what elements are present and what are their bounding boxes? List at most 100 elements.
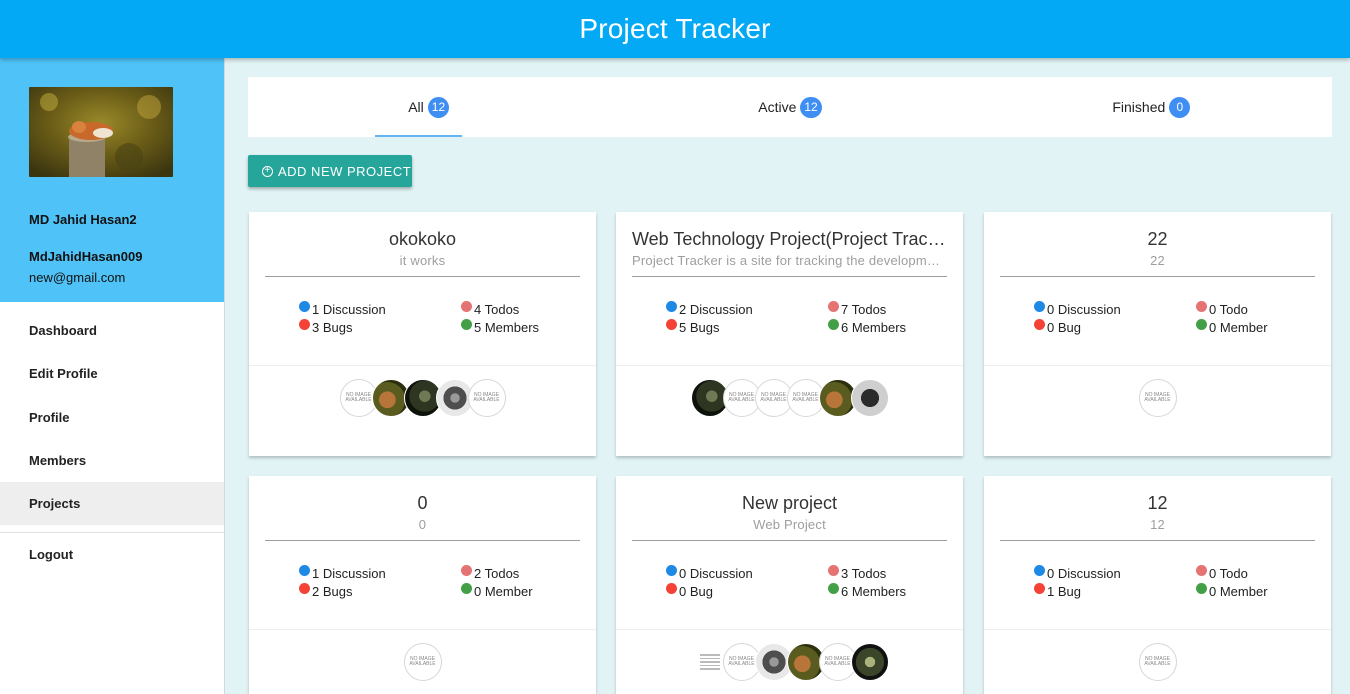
members-count: 6 Members (841, 583, 907, 599)
discussion-stat[interactable]: 0 Discussion (1034, 564, 1121, 582)
member-avatar[interactable]: NO IMAGE AVAILABLE (403, 643, 442, 681)
tab-all-count: 12 (427, 96, 450, 118)
members-stat[interactable]: 6 Members (828, 582, 906, 600)
project-title[interactable]: Web Technology Project(Project Tracker) (632, 228, 947, 250)
members-count: 0 Member (1209, 319, 1268, 335)
project-stats: 0 Discussion 0 Todo 1 Bug 0 Member (984, 541, 1331, 629)
tab-active[interactable]: Active 12 (609, 77, 970, 137)
project-title[interactable]: 22 (1000, 228, 1315, 250)
bugs-stat[interactable]: 5 Bugs (666, 318, 719, 336)
project-subtitle: Project Tracker is a site for tracking t… (632, 253, 947, 268)
members-count: 6 Members (841, 319, 907, 335)
todos-count: 0 Todo (1209, 301, 1248, 317)
members-stat[interactable]: 0 Member (1196, 582, 1268, 600)
document-thumbnail-icon (699, 652, 720, 672)
member-avatar[interactable]: NO IMAGE AVAILABLE (1138, 643, 1177, 681)
project-card[interactable]: 22 22 0 Discussion 0 Todo 0 Bug 0 Member NO IM… (984, 212, 1331, 456)
member-dot-icon (1196, 582, 1207, 594)
project-title[interactable]: 12 (1000, 492, 1315, 514)
bugs-stat[interactable]: 3 Bugs (299, 318, 352, 336)
members-stat[interactable]: 0 Member (461, 582, 533, 600)
member-dot-icon (461, 582, 472, 594)
discussion-stat[interactable]: 2 Discussion (666, 300, 753, 318)
member-avatar[interactable]: NO IMAGE AVAILABLE (1138, 379, 1177, 417)
tab-finished[interactable]: Finished 0 (971, 77, 1332, 137)
bug-dot-icon (666, 318, 677, 330)
discussion-dot-icon (666, 300, 677, 312)
discussion-count: 0 Discussion (1047, 565, 1121, 581)
todos-stat[interactable]: 7 Todos (828, 300, 886, 318)
todos-stat[interactable]: 2 Todos (461, 564, 519, 582)
bugs-stat[interactable]: 1 Bug (1034, 582, 1081, 600)
members-stat[interactable]: 5 Members (461, 318, 539, 336)
todo-dot-icon (828, 300, 839, 312)
bugs-stat[interactable]: 0 Bug (666, 582, 713, 600)
member-dot-icon (828, 582, 839, 594)
sidebar-item-profile[interactable]: Profile (0, 396, 224, 439)
add-new-project-button[interactable]: + ADD NEW PROJECT (248, 155, 412, 187)
profile-photo[interactable] (29, 87, 173, 177)
members-stat[interactable]: 6 Members (828, 318, 906, 336)
discussion-count: 1 Discussion (312, 301, 386, 317)
project-card[interactable]: 0 0 1 Discussion 2 Todos 2 Bugs 0 Member NO IM… (249, 476, 596, 694)
todo-dot-icon (1196, 300, 1207, 312)
sidebar-item-logout[interactable]: Logout (0, 533, 224, 576)
discussion-stat[interactable]: 1 Discussion (299, 564, 386, 582)
member-avatar[interactable] (850, 379, 889, 417)
app-title: Project Tracker (579, 13, 771, 44)
tab-all[interactable]: All 12 (248, 77, 609, 137)
sidebar-item-edit-profile[interactable]: Edit Profile (0, 352, 224, 395)
member-avatars: NO IMAGE AVAILABLE NO IMAGE AVAILABLE (616, 630, 963, 694)
no-image-placeholder: NO IMAGE AVAILABLE (760, 392, 787, 403)
member-avatar[interactable]: NO IMAGE AVAILABLE (467, 379, 506, 417)
project-stats: 0 Discussion 0 Todo 0 Bug 0 Member (984, 277, 1331, 365)
sidebar-item-dashboard[interactable]: Dashboard (0, 309, 224, 352)
members-count: 0 Member (1209, 583, 1268, 599)
todos-stat[interactable]: 0 Todo (1196, 564, 1248, 582)
no-image-placeholder: NO IMAGE AVAILABLE (728, 392, 755, 403)
project-title[interactable]: New project (632, 492, 947, 514)
members-count: 0 Member (474, 583, 533, 599)
member-avatars: NO IMAGE AVAILABLE (249, 630, 596, 694)
profile-email: new@gmail.com (29, 270, 126, 285)
member-dot-icon (1196, 318, 1207, 330)
active-tab-indicator (375, 135, 462, 137)
todos-count: 2 Todos (474, 565, 520, 581)
project-subtitle: it works (399, 253, 446, 268)
discussion-stat[interactable]: 0 Discussion (666, 564, 753, 582)
bugs-stat[interactable]: 2 Bugs (299, 582, 352, 600)
project-card[interactable]: 12 12 0 Discussion 0 Todo 1 Bug 0 Member NO IM… (984, 476, 1331, 694)
todos-stat[interactable]: 3 Todos (828, 564, 886, 582)
members-stat[interactable]: 0 Member (1196, 318, 1268, 336)
project-title[interactable]: okokoko (265, 228, 580, 250)
no-image-placeholder: NO IMAGE AVAILABLE (409, 656, 436, 667)
project-subtitle: 22 (1150, 253, 1165, 268)
no-image-placeholder: NO IMAGE AVAILABLE (1144, 392, 1171, 403)
plus-circle-icon: + (262, 165, 273, 177)
bugs-count: 2 Bugs (312, 583, 353, 599)
discussion-count: 2 Discussion (679, 301, 753, 317)
bugs-stat[interactable]: 0 Bug (1034, 318, 1081, 336)
project-card[interactable]: New project Web Project 0 Discussion 3 Todo… (616, 476, 963, 694)
member-dot-icon (461, 318, 472, 330)
project-card[interactable]: Web Technology Project(Project Tracker) P… (616, 212, 963, 456)
todo-dot-icon (1196, 564, 1207, 576)
project-title[interactable]: 0 (265, 492, 580, 514)
profile-name: MD Jahid Hasan2 (29, 212, 137, 227)
project-card[interactable]: okokoko it works 1 Discussion 4 Todos 3 Bugs… (249, 212, 596, 456)
project-stats: 1 Discussion 2 Todos 2 Bugs 0 Member (249, 541, 596, 629)
todos-stat[interactable]: 0 Todo (1196, 300, 1248, 318)
discussion-stat[interactable]: 1 Discussion (299, 300, 386, 318)
no-image-placeholder: NO IMAGE AVAILABLE (792, 392, 819, 403)
member-avatar[interactable] (850, 643, 889, 681)
todos-stat[interactable]: 4 Todos (461, 300, 519, 318)
discussion-stat[interactable]: 0 Discussion (1034, 300, 1121, 318)
member-dot-icon (828, 318, 839, 330)
profile-panel: MD Jahid Hasan2 MdJahidHasan009 new@gmai… (0, 58, 224, 302)
bugs-count: 3 Bugs (312, 319, 353, 335)
todo-dot-icon (828, 564, 839, 576)
project-stats: 2 Discussion 7 Todos 5 Bugs 6 Members (616, 277, 963, 365)
sidebar-item-projects[interactable]: Projects (0, 482, 224, 526)
sidebar-item-members[interactable]: Members (0, 439, 224, 482)
todo-dot-icon (461, 300, 472, 312)
